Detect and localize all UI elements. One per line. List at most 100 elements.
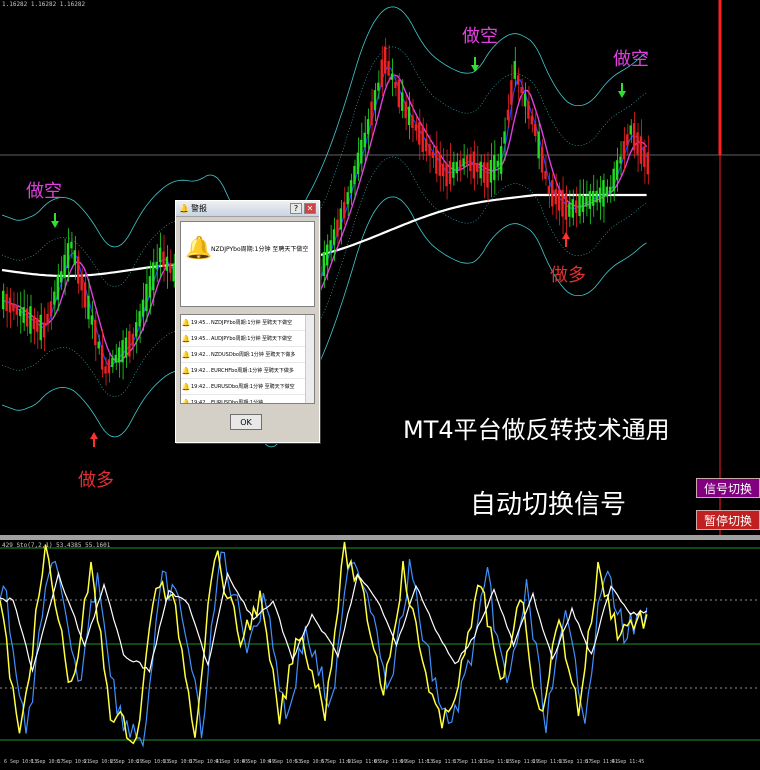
candle-body bbox=[165, 256, 169, 271]
candle-body bbox=[455, 161, 459, 174]
alert-history-list[interactable]: 🔔 19:45... NZDJPYbo周期:1分钟 至聘天下做空 🔔 19:45... A… bbox=[180, 314, 315, 404]
alert-time: 19:42... bbox=[191, 383, 211, 390]
candle-body bbox=[121, 340, 124, 363]
ok-button[interactable]: OK bbox=[230, 414, 262, 430]
candle-body bbox=[421, 126, 424, 152]
candle-body bbox=[87, 295, 90, 320]
candle-body bbox=[615, 160, 619, 180]
candle-body bbox=[77, 256, 80, 284]
candle-body bbox=[418, 121, 421, 145]
candle-body bbox=[506, 109, 510, 121]
candle-body bbox=[462, 158, 465, 167]
candle-body bbox=[83, 282, 87, 308]
candle-body bbox=[349, 180, 353, 194]
list-item[interactable]: 🔔 19:45... NZDJPYbo周期:1分钟 至聘天下做空 bbox=[181, 315, 314, 331]
list-item[interactable]: 🔔 19:42... EURUSDbo周期:1分钟 ... bbox=[181, 395, 314, 404]
candle-body bbox=[629, 125, 632, 135]
candle-body bbox=[605, 186, 609, 197]
list-item[interactable]: 🔔 19:45... AUDJPYbo周期:1分钟 至聘天下做空 bbox=[181, 331, 314, 347]
candle-body bbox=[622, 141, 626, 159]
candle-body bbox=[513, 61, 516, 79]
candle-body bbox=[554, 189, 557, 205]
candle-body bbox=[598, 187, 602, 203]
candle-body bbox=[551, 180, 554, 207]
alert-text: EURUSDbo周期:1分钟 至聘天下做空 bbox=[211, 384, 295, 390]
candle-body bbox=[42, 322, 46, 338]
candle-body bbox=[59, 271, 63, 283]
sell-arrow-icon bbox=[51, 213, 59, 228]
sell-signal-label: 做空 bbox=[613, 49, 649, 70]
candle-body bbox=[411, 115, 414, 129]
stochastic-chart[interactable] bbox=[0, 540, 760, 758]
signal-switch-button[interactable]: 信号切换 bbox=[696, 478, 760, 498]
candle-body bbox=[377, 82, 380, 91]
candle-body bbox=[493, 154, 496, 181]
upper-band-outer bbox=[1, 6, 647, 258]
candle-body bbox=[636, 132, 639, 155]
buy-signal-label: 做多 bbox=[78, 470, 114, 491]
bell-icon: 🔔 bbox=[181, 318, 191, 327]
buy-arrow-icon bbox=[90, 432, 98, 447]
candle-body bbox=[459, 160, 462, 170]
bell-icon: 🔔 bbox=[181, 366, 191, 375]
candle-body bbox=[111, 357, 114, 368]
candle-body bbox=[496, 160, 499, 167]
candle-body bbox=[523, 93, 527, 107]
candle-body bbox=[360, 139, 363, 164]
candle-body bbox=[148, 276, 152, 298]
candle-body bbox=[482, 162, 486, 183]
pause-switch-button[interactable]: 暂停切换 bbox=[696, 510, 760, 530]
price-chart[interactable] bbox=[0, 0, 760, 535]
candle-body bbox=[66, 243, 70, 269]
candle-body bbox=[32, 315, 36, 330]
alert-time: 19:45... bbox=[191, 319, 211, 326]
candle-body bbox=[431, 151, 435, 159]
candle-body bbox=[390, 73, 394, 80]
bell-icon: 🔔 bbox=[181, 350, 191, 359]
alert-time: 19:45... bbox=[191, 335, 211, 342]
candle-body bbox=[128, 331, 131, 357]
candle-body bbox=[162, 251, 165, 268]
candle-body bbox=[452, 162, 455, 178]
candle-body bbox=[383, 46, 387, 74]
sell-signal-label: 做空 bbox=[26, 181, 62, 202]
candle-body bbox=[540, 147, 544, 173]
candle-body bbox=[414, 124, 418, 131]
candle-body bbox=[527, 101, 530, 119]
candle-body bbox=[107, 359, 111, 374]
list-scrollbar[interactable] bbox=[305, 315, 314, 403]
candle-body bbox=[39, 314, 42, 341]
candle-body bbox=[578, 193, 581, 217]
candle-body bbox=[489, 159, 493, 183]
help-icon[interactable]: ? bbox=[290, 203, 302, 214]
candle-body bbox=[104, 366, 107, 374]
candle-body bbox=[25, 308, 29, 327]
candle-body bbox=[465, 155, 469, 165]
alert-dialog: 🔔 警报 ? ✕ 🔔 NZDJPYbo周期:1分钟 至聘天下做空 🔔 19:45.… bbox=[175, 200, 320, 443]
list-item[interactable]: 🔔 19:42... NZDUSDbo周期:1分钟 至聘天下做多 bbox=[181, 347, 314, 363]
list-item[interactable]: 🔔 19:42... EURCHFbo周期:1分钟 至聘天下做多 bbox=[181, 363, 314, 379]
alert-text: AUDJPYbo周期:1分钟 至聘天下做空 bbox=[211, 336, 293, 342]
candle-body bbox=[36, 318, 39, 332]
candle-body bbox=[424, 138, 428, 152]
candle-body bbox=[571, 199, 574, 218]
candle-body bbox=[619, 156, 622, 164]
bell-icon: 🔔 bbox=[181, 398, 191, 404]
bell-icon: 🔔 bbox=[185, 236, 213, 261]
close-icon[interactable]: ✕ bbox=[304, 203, 316, 214]
candle-body bbox=[602, 180, 605, 207]
candle-body bbox=[435, 146, 438, 174]
alert-text: NZDJPYbo周期:1分钟 至聘天下做空 bbox=[211, 320, 293, 326]
candle-body bbox=[329, 240, 332, 252]
candle-body bbox=[537, 131, 540, 159]
list-item[interactable]: 🔔 19:42... EURUSDbo周期:1分钟 至聘天下做空 bbox=[181, 379, 314, 395]
candle-body bbox=[56, 275, 59, 300]
candle-body bbox=[387, 60, 390, 76]
bell-icon: 🔔 bbox=[179, 204, 189, 213]
candle-body bbox=[534, 124, 537, 136]
candle-body bbox=[8, 297, 12, 313]
candle-body bbox=[332, 229, 336, 245]
dialog-titlebar[interactable]: 🔔 警报 ? ✕ bbox=[176, 201, 319, 217]
candle-body bbox=[29, 306, 32, 334]
bell-icon: 🔔 bbox=[181, 382, 191, 391]
